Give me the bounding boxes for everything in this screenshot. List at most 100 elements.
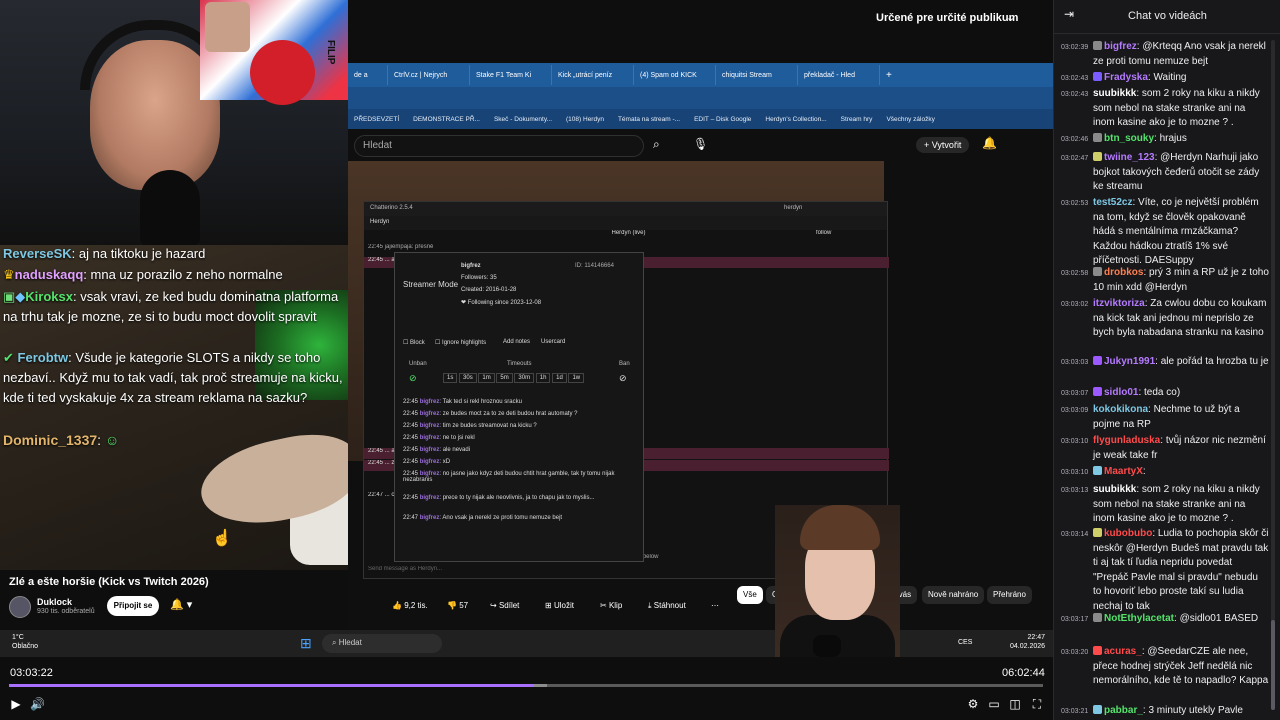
like-button[interactable]: 👍 9,2 tis. bbox=[388, 596, 432, 616]
timeout-1w[interactable]: 1w bbox=[568, 373, 585, 383]
badge-icon bbox=[1093, 646, 1102, 655]
badge-icon bbox=[1093, 613, 1102, 622]
unban-icon[interactable]: ⊘ bbox=[409, 373, 417, 384]
chip-watched[interactable]: Přehráno bbox=[987, 586, 1032, 604]
pip-icon[interactable]: ◫ bbox=[1008, 697, 1022, 711]
bookmark[interactable]: EDIT – Disk Google bbox=[694, 116, 751, 123]
create-button[interactable]: + Vytvořit bbox=[916, 137, 970, 153]
dislike-button[interactable]: 👎 57 bbox=[443, 596, 472, 616]
avatar[interactable] bbox=[9, 596, 31, 618]
timeout-1h[interactable]: 1h bbox=[535, 373, 551, 383]
channel-name[interactable]: Duklock bbox=[37, 597, 72, 607]
browser-tab[interactable]: Stake F1 Team Ki bbox=[470, 65, 552, 85]
message-username[interactable]: flygunladuska bbox=[1093, 435, 1160, 446]
message-timestamp: 03:03:20 bbox=[1061, 649, 1089, 656]
bookmark[interactable]: DEMONSTRACE PŘ... bbox=[413, 116, 480, 123]
chip-all[interactable]: Vše bbox=[737, 586, 763, 604]
search-icon[interactable]: ⌕ bbox=[653, 137, 660, 152]
more-icon[interactable]: ⋯ bbox=[707, 596, 723, 616]
bell-icon[interactable]: 🔔 ▾ bbox=[170, 598, 192, 611]
message-username[interactable]: twiine_123 bbox=[1104, 152, 1155, 163]
message-username[interactable]: MaartyX bbox=[1104, 466, 1143, 477]
overlay-chat-line: Dominic_1337: ☺ bbox=[3, 432, 120, 448]
ban-icon[interactable]: ⊘ bbox=[619, 373, 627, 384]
seek-bar[interactable] bbox=[9, 684, 1043, 687]
browser-tab[interactable]: de a bbox=[348, 65, 388, 85]
message-username[interactable]: sidlo01 bbox=[1104, 387, 1138, 398]
timeout-30m[interactable]: 30m bbox=[514, 373, 535, 383]
timeout-1s[interactable]: 1s bbox=[443, 373, 458, 383]
taskbar-search[interactable]: ⌕ Hledat bbox=[322, 634, 442, 653]
bookmark[interactable]: Témata na stream -... bbox=[618, 116, 680, 123]
bell-icon[interactable]: 🔔 bbox=[982, 136, 997, 150]
chatterino-tab[interactable]: Herdyn bbox=[364, 216, 887, 230]
badge-icon bbox=[1093, 705, 1102, 714]
message-username[interactable]: acuras_ bbox=[1104, 646, 1142, 657]
browser-tab[interactable]: (4) Spam od KICK bbox=[634, 65, 716, 85]
bookmark[interactable]: Herdyn's Collection... bbox=[765, 116, 826, 123]
theater-mode-icon[interactable]: ▭ bbox=[987, 697, 1001, 711]
message-username[interactable]: test52cz bbox=[1093, 197, 1132, 208]
timeout-30s[interactable]: 30s bbox=[459, 373, 477, 383]
address-bar[interactable] bbox=[348, 87, 1053, 109]
message-username[interactable]: itzviktoriza bbox=[1093, 298, 1145, 309]
scroll-thumb[interactable] bbox=[1271, 620, 1275, 710]
browser-tab[interactable]: překladač - Hled bbox=[798, 65, 880, 85]
bookmark[interactable]: (108) Herdyn bbox=[566, 116, 604, 123]
bookmark[interactable]: Stream hry bbox=[841, 116, 873, 123]
usercard-message: 22:45 bigfrez: no jasne jako kdyz deti b… bbox=[403, 471, 615, 483]
message-text: @sidlo01 BASED bbox=[1179, 613, 1259, 624]
chat-message: 03:02:46 btn_souky: hrajus bbox=[1061, 132, 1269, 147]
audience-label: Určené pre určité publikum bbox=[876, 12, 1019, 24]
share-button[interactable]: ↪ Sdílet bbox=[486, 596, 523, 616]
video-player[interactable]: FILIP ReverseSK: aj na tiktoku je hazard… bbox=[0, 0, 1053, 720]
timeout-5m[interactable]: 5m bbox=[496, 373, 513, 383]
new-tab-icon[interactable]: + bbox=[880, 70, 898, 81]
join-button[interactable]: Připojit se bbox=[107, 596, 159, 616]
message-username[interactable]: kokokikona bbox=[1093, 404, 1148, 415]
message-username[interactable]: kubobubo bbox=[1104, 528, 1152, 539]
timeout-1m[interactable]: 1m bbox=[478, 373, 495, 383]
yt-search-input[interactable]: Hledat bbox=[354, 135, 644, 157]
message-username[interactable]: pabbar_ bbox=[1104, 705, 1143, 716]
fullscreen-icon[interactable]: ⛶ bbox=[1030, 697, 1044, 711]
bookmark[interactable]: Skeč - Dokumenty... bbox=[494, 116, 552, 123]
audience-dropdown[interactable]: Určené pre určité publikum ⌄ bbox=[866, 12, 1046, 28]
clock[interactable]: 22:47 04.02.2026 bbox=[1010, 633, 1045, 651]
browser-tab[interactable]: Kick „utrácí peníz bbox=[552, 65, 634, 85]
chat-message: 03:02:39 bigfrez: @Krteqq Ano vsak ja ner… bbox=[1061, 41, 1266, 67]
chat-message: 03:02:43 suubikkk: som 2 roky na kiku a n… bbox=[1061, 88, 1260, 128]
add-notes-button[interactable]: Add notes bbox=[503, 339, 530, 345]
play-icon[interactable]: ▶ bbox=[9, 697, 23, 711]
ignore-checkbox[interactable]: ☐ Ignore highlights bbox=[435, 339, 486, 346]
bookmark[interactable]: Všechny záložky bbox=[886, 116, 934, 123]
browser-tab[interactable]: chiquitsi Stream bbox=[716, 65, 798, 85]
language-indicator[interactable]: CES bbox=[958, 639, 972, 646]
save-button[interactable]: ⊞ Uložit bbox=[541, 596, 578, 616]
timeout-1d[interactable]: 1d bbox=[552, 373, 567, 383]
message-username[interactable]: drobkos bbox=[1104, 267, 1143, 278]
message-username[interactable]: Jukyn1991 bbox=[1104, 356, 1155, 367]
message-timestamp: 03:02:47 bbox=[1061, 155, 1089, 162]
chat-scrollbar[interactable] bbox=[1271, 40, 1275, 710]
settings-icon[interactable]: ⚙ bbox=[966, 697, 980, 711]
usercard-button[interactable]: Usercard bbox=[541, 339, 565, 345]
message-username[interactable]: suubikkk bbox=[1093, 88, 1136, 99]
mic-icon[interactable]: 🎙 bbox=[693, 137, 708, 151]
message-username[interactable]: btn_souky bbox=[1104, 133, 1154, 144]
download-button[interactable]: ⤓ Stáhnout bbox=[644, 596, 690, 616]
message-username[interactable]: Fradyska bbox=[1104, 72, 1148, 83]
message-username[interactable]: NotEthylacetat bbox=[1104, 613, 1174, 624]
streamer-mode: Streamer Mode bbox=[403, 280, 459, 289]
clip-button[interactable]: ✂ Klip bbox=[596, 596, 626, 616]
poster-text: FILIP bbox=[325, 40, 336, 65]
browser-tab[interactable]: CtrlV.cz | Nejrych bbox=[388, 65, 470, 85]
message-username[interactable]: bigfrez bbox=[1104, 41, 1137, 52]
chip-new[interactable]: Nově nahráno bbox=[922, 586, 985, 604]
windows-start-icon[interactable]: ⊞ bbox=[300, 635, 312, 652]
weather-widget[interactable]: 1°C Oblačno bbox=[12, 633, 38, 651]
block-checkbox[interactable]: ☐ Block bbox=[403, 339, 425, 346]
message-username[interactable]: suubikkk bbox=[1093, 484, 1136, 495]
bookmark[interactable]: PŘEDSEVZETÍ bbox=[354, 116, 399, 123]
volume-icon[interactable]: 🔊 bbox=[30, 697, 45, 711]
